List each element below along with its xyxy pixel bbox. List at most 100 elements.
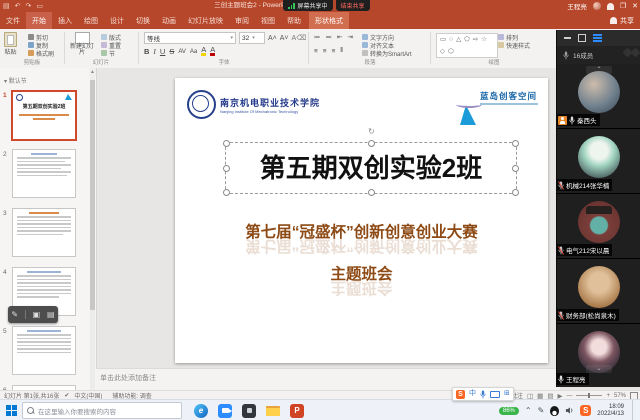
participant-tile[interactable]: ⌄ 王程亮: [557, 324, 640, 387]
toolbox-icon[interactable]: ⊞: [504, 389, 510, 399]
meeting-menu-icon[interactable]: [593, 34, 602, 42]
volume-icon[interactable]: [565, 406, 574, 415]
font-name-select[interactable]: 等线▾: [144, 32, 236, 44]
rotate-handle[interactable]: ↻: [367, 127, 376, 136]
chinese-mode-icon[interactable]: 中: [469, 389, 476, 399]
font-color-icon[interactable]: A: [210, 47, 215, 56]
slide-canvas[interactable]: 南京机电职业技术学院 Nanjing Institute Of Mechatro…: [175, 78, 548, 363]
share-button[interactable]: 共享: [610, 12, 634, 29]
slide-edit-area[interactable]: 南京机电职业技术学院 Nanjing Institute Of Mechatro…: [96, 68, 556, 368]
pen-tray-icon[interactable]: ✎: [538, 406, 545, 415]
tab-draw[interactable]: 绘图: [78, 12, 104, 29]
zoom-slider[interactable]: [576, 395, 602, 396]
tab-help[interactable]: 帮助: [281, 12, 307, 29]
align-right-icon[interactable]: ≡: [332, 48, 336, 55]
user-avatar[interactable]: [593, 2, 601, 10]
battery-indicator[interactable]: 86%: [499, 407, 519, 415]
annotate-icon[interactable]: ✎: [11, 310, 18, 319]
meeting-maximize-icon[interactable]: [578, 34, 586, 42]
zoom-out-icon[interactable]: —: [566, 393, 572, 399]
restore-window-icon[interactable]: ❐: [620, 2, 626, 10]
char-spacing-icon[interactable]: AV: [178, 49, 186, 55]
tab-file[interactable]: 文件: [0, 12, 26, 29]
scroll-up-icon[interactable]: ▲: [89, 68, 96, 77]
thumbnail-scrollbar[interactable]: [90, 68, 95, 390]
qq-tray-icon[interactable]: [550, 406, 559, 416]
shapes-gallery[interactable]: ▭○△⬠⇨☆◇⬡: [436, 33, 498, 58]
show-desktop-button[interactable]: [632, 400, 636, 420]
slide-thumbnail-2[interactable]: [12, 149, 76, 198]
tab-review[interactable]: 审阅: [229, 12, 255, 29]
file-explorer-icon[interactable]: [266, 405, 280, 416]
highlight-color-icon[interactable]: A: [201, 47, 206, 56]
tab-slideshow[interactable]: 幻灯片放映: [182, 12, 229, 29]
quick-styles-button[interactable]: 快速样式: [498, 41, 530, 49]
tab-design[interactable]: 设计: [104, 12, 130, 29]
redo-icon[interactable]: ↷: [26, 2, 32, 10]
clear-format-icon[interactable]: A⌫: [292, 34, 307, 42]
share-user-icon[interactable]: [607, 3, 614, 10]
section-button[interactable]: 节: [101, 49, 121, 57]
start-button[interactable]: [0, 405, 22, 416]
undo-icon[interactable]: ↶: [15, 2, 21, 10]
zoom-in-icon[interactable]: +: [606, 393, 610, 399]
slide-thumbnail-3[interactable]: [12, 208, 76, 257]
participant-tile[interactable]: 机械214张华楠: [557, 129, 640, 194]
participant-tile[interactable]: 财务部(松尚泉木): [557, 259, 640, 324]
bullets-icon[interactable]: ≔: [314, 33, 321, 41]
slide-thumbnail-panel[interactable]: ▾ 默认节 1 第五期双创实验2班 2 3: [0, 68, 97, 390]
numbering-icon[interactable]: ≕: [326, 33, 333, 41]
dark-app-icon[interactable]: [242, 404, 256, 418]
signed-in-user[interactable]: 王程亮: [567, 1, 587, 11]
columns-icon[interactable]: ⫴: [340, 47, 343, 55]
italic-button[interactable]: I: [153, 47, 156, 56]
bold-button[interactable]: B: [144, 47, 149, 56]
grow-font-icon[interactable]: A˄: [268, 35, 277, 42]
stop-share-pill[interactable]: 结束共享: [336, 0, 370, 11]
panel-icon[interactable]: ▣: [33, 310, 41, 319]
floating-mini-toolbar[interactable]: ✎ ▣ ▤: [8, 306, 58, 323]
participant-tile[interactable]: ⌃ 秦西头: [557, 64, 640, 129]
smartart-button[interactable]: 转换为SmartArt: [362, 49, 412, 57]
new-slide-button[interactable]: 新建幻灯片: [69, 32, 95, 56]
title-textbox-selection[interactable]: ↻ 第五期双创实验2班: [225, 142, 517, 194]
tray-expand-icon[interactable]: ⌃: [525, 406, 532, 415]
slide-title-text[interactable]: 第五期双创实验2班: [226, 143, 516, 193]
close-window-icon[interactable]: ✕: [632, 2, 638, 10]
format-painter-button[interactable]: 格式刷: [28, 49, 54, 57]
edge-browser-icon[interactable]: e: [194, 404, 208, 418]
tab-home[interactable]: 开始: [26, 12, 52, 29]
change-case-icon[interactable]: Aa: [190, 49, 197, 55]
taskbar-clock[interactable]: 18:09 2022/4/13: [597, 404, 624, 418]
shrink-font-icon[interactable]: A˅: [280, 35, 289, 42]
underline-button[interactable]: U: [160, 47, 165, 56]
align-center-icon[interactable]: ≡: [323, 48, 327, 55]
participant-tile[interactable]: 电气212宋以晨: [557, 194, 640, 259]
strikethrough-button[interactable]: S: [169, 47, 174, 56]
more-tools-icon[interactable]: ▤: [47, 310, 55, 319]
sogou-input-bar[interactable]: S 中 ⊞: [452, 387, 514, 401]
tab-animations[interactable]: 动画: [156, 12, 182, 29]
taskbar-search-input[interactable]: 在这里输入你要搜索的内容: [22, 402, 182, 419]
paste-button[interactable]: 粘贴: [4, 32, 17, 56]
meeting-app-icon[interactable]: [218, 404, 232, 418]
spellcheck-icon[interactable]: ✔: [64, 392, 69, 399]
sogou-logo-icon[interactable]: S: [456, 390, 465, 399]
indent-increase-icon[interactable]: ⇥: [347, 33, 352, 41]
align-left-icon[interactable]: ≡: [314, 48, 318, 55]
zoom-level[interactable]: 57%: [614, 393, 626, 399]
voice-input-icon[interactable]: [480, 390, 486, 399]
save-icon[interactable]: ▤: [3, 2, 10, 10]
powerpoint-app-icon[interactable]: P: [290, 404, 304, 418]
tab-transitions[interactable]: 切换: [130, 12, 156, 29]
meeting-minimize-icon[interactable]: [564, 37, 571, 39]
indent-decrease-icon[interactable]: ⇤: [337, 33, 342, 41]
sogou-tray-icon[interactable]: S: [580, 405, 591, 416]
section-header[interactable]: ▾ 默认节: [4, 76, 27, 85]
font-size-select[interactable]: 32▾: [239, 32, 265, 44]
tab-shape-format[interactable]: 形状格式: [309, 12, 349, 29]
start-slideshow-icon[interactable]: ▭: [36, 2, 43, 10]
slide-thumbnail-5[interactable]: [12, 326, 76, 375]
keyboard-icon[interactable]: [490, 391, 500, 398]
collapse-chevron-icon[interactable]: ⌄: [586, 365, 612, 373]
